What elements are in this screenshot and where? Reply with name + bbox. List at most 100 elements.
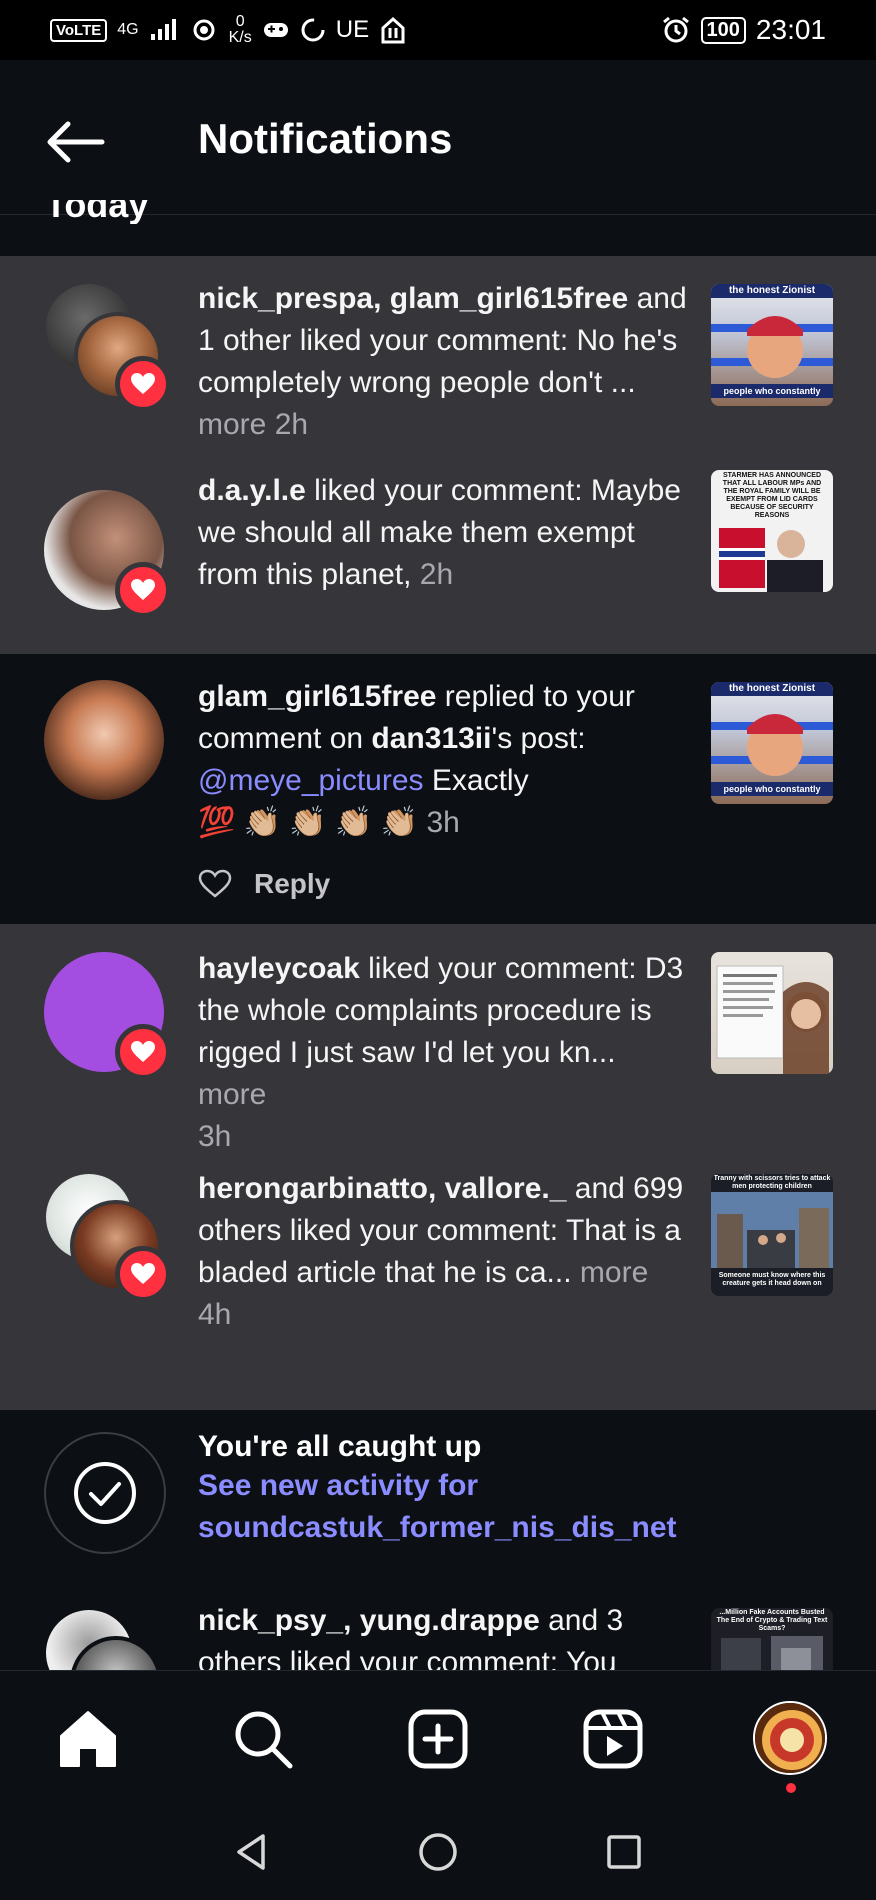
- system-home-button[interactable]: [413, 1827, 463, 1877]
- username[interactable]: d.a.y.l.e: [198, 474, 306, 507]
- notification-text: nick_prespa, glam_girl615free and 1 othe…: [198, 282, 687, 441]
- thumbnail-caption-bottom: Someone must know where this creature ge…: [718, 1272, 826, 1287]
- notification-item[interactable]: glam_girl615free replied to your comment…: [0, 654, 876, 924]
- notification-item[interactable]: d.a.y.l.e liked your comment: Maybe we s…: [0, 470, 876, 654]
- network-speed: 0 K/s: [229, 14, 252, 46]
- triangle-back-icon: [237, 1834, 265, 1870]
- avatar-group: [42, 284, 171, 412]
- timestamp: 3h: [418, 806, 460, 839]
- reply-button[interactable]: Reply: [254, 868, 330, 900]
- notification-text: glam_girl615free replied to your comment…: [198, 676, 688, 844]
- avatar-group: [42, 952, 171, 1080]
- more-link[interactable]: more: [198, 1078, 266, 1111]
- like-heart-outline-icon[interactable]: [198, 869, 232, 899]
- clock: 23:01: [755, 14, 826, 45]
- thumbnail-caption-bottom: people who constantly: [723, 784, 821, 794]
- reels-icon: [583, 1709, 643, 1769]
- post-thumbnail[interactable]: the honest Zionist people who constantly: [711, 682, 833, 804]
- notifications-feed[interactable]: nick_prespa, glam_girl615free and 1 othe…: [0, 256, 876, 1670]
- notification-text: nick_psy_, yung.drappe and 3 others like…: [198, 1600, 688, 1670]
- notification-text: hayleycoak liked your comment: D3 the wh…: [198, 948, 688, 1158]
- username[interactable]: nick_prespa: [198, 282, 373, 315]
- thumbnail-caption-top: ...Million Fake Accounts Busted The End …: [716, 1609, 828, 1632]
- network-speed-unit: K/s: [228, 29, 252, 46]
- app-header: Notifications: [0, 60, 876, 215]
- caught-up-badge: [44, 1432, 166, 1554]
- notification-text: d.a.y.l.e liked your comment: Maybe we s…: [198, 470, 688, 596]
- username[interactable]: hayleycoak: [198, 952, 360, 985]
- status-left-icons: VoLTE 4G 0 K/s UE: [50, 14, 407, 46]
- heart-icon: [131, 579, 155, 600]
- caught-up-section: You're all caught up See new activity fo…: [0, 1410, 876, 1600]
- bottom-navigation: [0, 1670, 876, 1805]
- notification-text: herongarbinatto, vallore._ and 699 other…: [198, 1172, 684, 1331]
- heart-icon: [131, 1263, 155, 1284]
- thumbnail-caption-top: the honest Zionist: [728, 683, 816, 694]
- notification-body-c: Exactly: [423, 764, 529, 797]
- post-thumbnail[interactable]: STARMER HAS ANNOUNCED THAT ALL LABOUR MP…: [711, 470, 833, 592]
- emoji-line: 💯 👏🏼 👏🏼 👏🏼 👏🏼: [198, 806, 419, 839]
- nav-home[interactable]: [50, 1701, 126, 1777]
- notification-item[interactable]: hayleycoak liked your comment: D3 the wh…: [0, 924, 876, 1168]
- status-right-icons: 100 23:01: [661, 14, 826, 46]
- section-heading-today: Today: [45, 200, 149, 224]
- square-recents-icon: [607, 1835, 641, 1869]
- more-link[interactable]: more: [198, 408, 266, 441]
- signal-icon: [150, 19, 176, 40]
- avatar: [44, 680, 164, 800]
- notification-item[interactable]: nick_prespa, glam_girl615free and 1 othe…: [0, 256, 876, 470]
- username[interactable]: glam_girl615free: [390, 282, 628, 315]
- timestamp: 2h: [411, 558, 454, 591]
- status-bar: VoLTE 4G 0 K/s UE 100 23:01: [0, 0, 876, 60]
- username[interactable]: nick_psy_: [198, 1604, 343, 1637]
- battery-indicator: 100: [700, 16, 746, 44]
- heart-icon: [131, 1041, 155, 1062]
- create-icon: [408, 1709, 468, 1769]
- caught-up-title: You're all caught up: [198, 1430, 482, 1463]
- nav-create[interactable]: [400, 1701, 476, 1777]
- more-link[interactable]: more: [572, 1256, 648, 1289]
- arrow-left-icon: [47, 121, 105, 163]
- nav-profile[interactable]: [753, 1701, 827, 1775]
- system-navigation: [0, 1805, 876, 1900]
- mention-link[interactable]: @meye_pictures: [198, 764, 424, 797]
- notification-body-b: 's post:: [491, 722, 586, 755]
- volte-badge: VoLTE: [50, 18, 108, 42]
- nav-search[interactable]: [225, 1701, 301, 1777]
- system-back-button[interactable]: [226, 1827, 276, 1877]
- thumbnail-art: [716, 965, 829, 1074]
- username[interactable]: glam_girl615free: [198, 680, 436, 713]
- notification-item[interactable]: nick_psy_, yung.drappe and 3 others like…: [0, 1600, 876, 1670]
- heart-badge: [115, 1246, 171, 1302]
- username[interactable]: herongarbinatto: [198, 1172, 428, 1205]
- carrier-tag: UE: [335, 16, 370, 43]
- back-button[interactable]: [40, 112, 110, 172]
- username[interactable]: vallore._: [445, 1172, 567, 1205]
- search-icon: [235, 1711, 293, 1769]
- heart-badge: [115, 356, 171, 412]
- thumbnail-caption-top: Tranny with scissors tries to attack men…: [713, 1175, 831, 1190]
- heart-badge: [115, 1024, 171, 1080]
- network-speed-value: 0: [235, 13, 245, 30]
- avatar-group: [42, 1174, 171, 1302]
- home-icon: [60, 1711, 116, 1767]
- nav-reels[interactable]: [575, 1701, 651, 1777]
- notification-dot: [786, 1783, 796, 1793]
- page-title: Notifications: [198, 115, 453, 162]
- thumbnail-caption-bottom: people who constantly: [723, 386, 821, 396]
- see-new-activity-link[interactable]: See new activity for soundcastuk_former_…: [198, 1465, 758, 1549]
- post-owner[interactable]: dan313ii: [371, 722, 491, 755]
- username[interactable]: yung.drappe: [360, 1604, 540, 1637]
- system-recents-button[interactable]: [599, 1827, 649, 1877]
- thumbnail-caption-top: the honest Zionist: [728, 285, 816, 296]
- post-thumbnail[interactable]: ...Million Fake Accounts Busted The End …: [711, 1608, 833, 1670]
- post-thumbnail[interactable]: [711, 952, 833, 1074]
- timestamp: 4h: [198, 1298, 232, 1331]
- notification-item[interactable]: herongarbinatto, vallore._ and 699 other…: [0, 1168, 876, 1410]
- gamepad-icon: [263, 23, 288, 37]
- alarm-icon: [662, 16, 689, 43]
- post-thumbnail[interactable]: Tranny with scissors tries to attack men…: [711, 1174, 833, 1296]
- post-thumbnail[interactable]: the honest Zionist people who constantly: [711, 284, 833, 406]
- timestamp: 3h: [198, 1120, 232, 1153]
- loading-icon: [301, 18, 325, 42]
